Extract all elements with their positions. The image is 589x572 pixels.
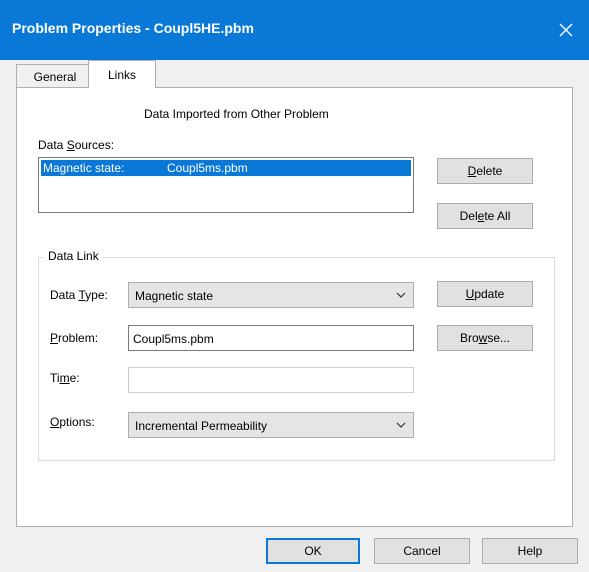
data-type-value: Magnetic state xyxy=(135,289,214,303)
data-sources-list[interactable]: Magnetic state: Coupl5ms.pbm xyxy=(38,157,414,213)
options-select[interactable]: Incremental Permeability xyxy=(128,412,414,438)
close-icon xyxy=(559,23,573,37)
time-accel: m xyxy=(59,371,70,385)
window-title: Problem Properties - Coupl5HE.pbm xyxy=(12,20,254,36)
browse-label: Browse... xyxy=(460,331,510,345)
panel-heading: Data Imported from Other Problem xyxy=(144,107,329,121)
help-label: Help xyxy=(517,544,543,558)
data-link-group-label: Data Link xyxy=(44,249,103,263)
time-field[interactable] xyxy=(128,367,414,393)
chevron-down-icon xyxy=(396,422,406,428)
cancel-label: Cancel xyxy=(403,544,441,558)
delete-accel: D xyxy=(467,164,477,178)
source-type: Magnetic state: xyxy=(43,161,125,175)
title-bar: Problem Properties - Coupl5HE.pbm xyxy=(0,0,589,60)
tab-links[interactable]: Links xyxy=(88,60,156,88)
browse-label-post: se... xyxy=(487,331,511,345)
options-label: Options: xyxy=(50,415,95,429)
data-sources-label-pre: Data xyxy=(38,138,67,152)
delete-label-rest: elete xyxy=(476,164,503,178)
problem-accel: P xyxy=(50,331,59,345)
cancel-button[interactable]: Cancel xyxy=(374,538,470,564)
browse-label-pre: Bro xyxy=(459,331,479,345)
ok-button[interactable]: OK xyxy=(266,538,360,564)
tab-links-label: Links xyxy=(107,67,136,82)
data-sources-accel: S xyxy=(66,138,75,152)
data-sources-label-post: ources: xyxy=(74,138,115,152)
tab-general-label: General xyxy=(33,69,77,84)
delete-all-label-post: te All xyxy=(484,209,511,223)
delete-all-label-pre: Del xyxy=(459,209,478,223)
tab-general[interactable]: General xyxy=(16,64,94,88)
browse-button[interactable]: Browse... xyxy=(437,325,533,351)
delete-label: Delete xyxy=(468,164,503,178)
chevron-down-icon xyxy=(396,292,406,298)
data-type-label-post: ype: xyxy=(85,288,108,302)
data-type-select[interactable]: Magnetic state xyxy=(128,282,414,308)
problem-label: Problem: xyxy=(50,331,98,345)
help-button[interactable]: Help xyxy=(482,538,578,564)
close-button[interactable] xyxy=(543,0,589,60)
list-item[interactable]: Magnetic state: Coupl5ms.pbm xyxy=(41,160,411,176)
options-accel: O xyxy=(50,415,60,429)
problem-label-rest: roblem: xyxy=(58,331,99,345)
time-label: Time: xyxy=(50,371,80,385)
time-label-pre: Ti xyxy=(50,371,60,385)
update-button[interactable]: Update xyxy=(437,281,533,307)
ok-label: OK xyxy=(304,544,322,558)
data-type-label: Data Type: xyxy=(50,288,108,302)
update-label-rest: pdate xyxy=(474,287,505,301)
source-file: Coupl5ms.pbm xyxy=(167,161,248,175)
delete-all-button[interactable]: Delete All xyxy=(437,203,533,229)
options-label-rest: ptions: xyxy=(59,415,95,429)
update-accel: U xyxy=(465,287,475,301)
problem-field[interactable]: Coupl5ms.pbm xyxy=(128,325,414,351)
problem-value: Coupl5ms.pbm xyxy=(133,332,214,346)
delete-button[interactable]: Delete xyxy=(437,158,533,184)
data-type-label-pre: Data xyxy=(50,288,79,302)
data-sources-label: Data Sources: xyxy=(38,138,114,152)
delete-all-label: Delete All xyxy=(460,209,511,223)
options-value: Incremental Permeability xyxy=(135,419,268,433)
time-label-post: e: xyxy=(69,371,80,385)
update-label: Update xyxy=(466,287,505,301)
